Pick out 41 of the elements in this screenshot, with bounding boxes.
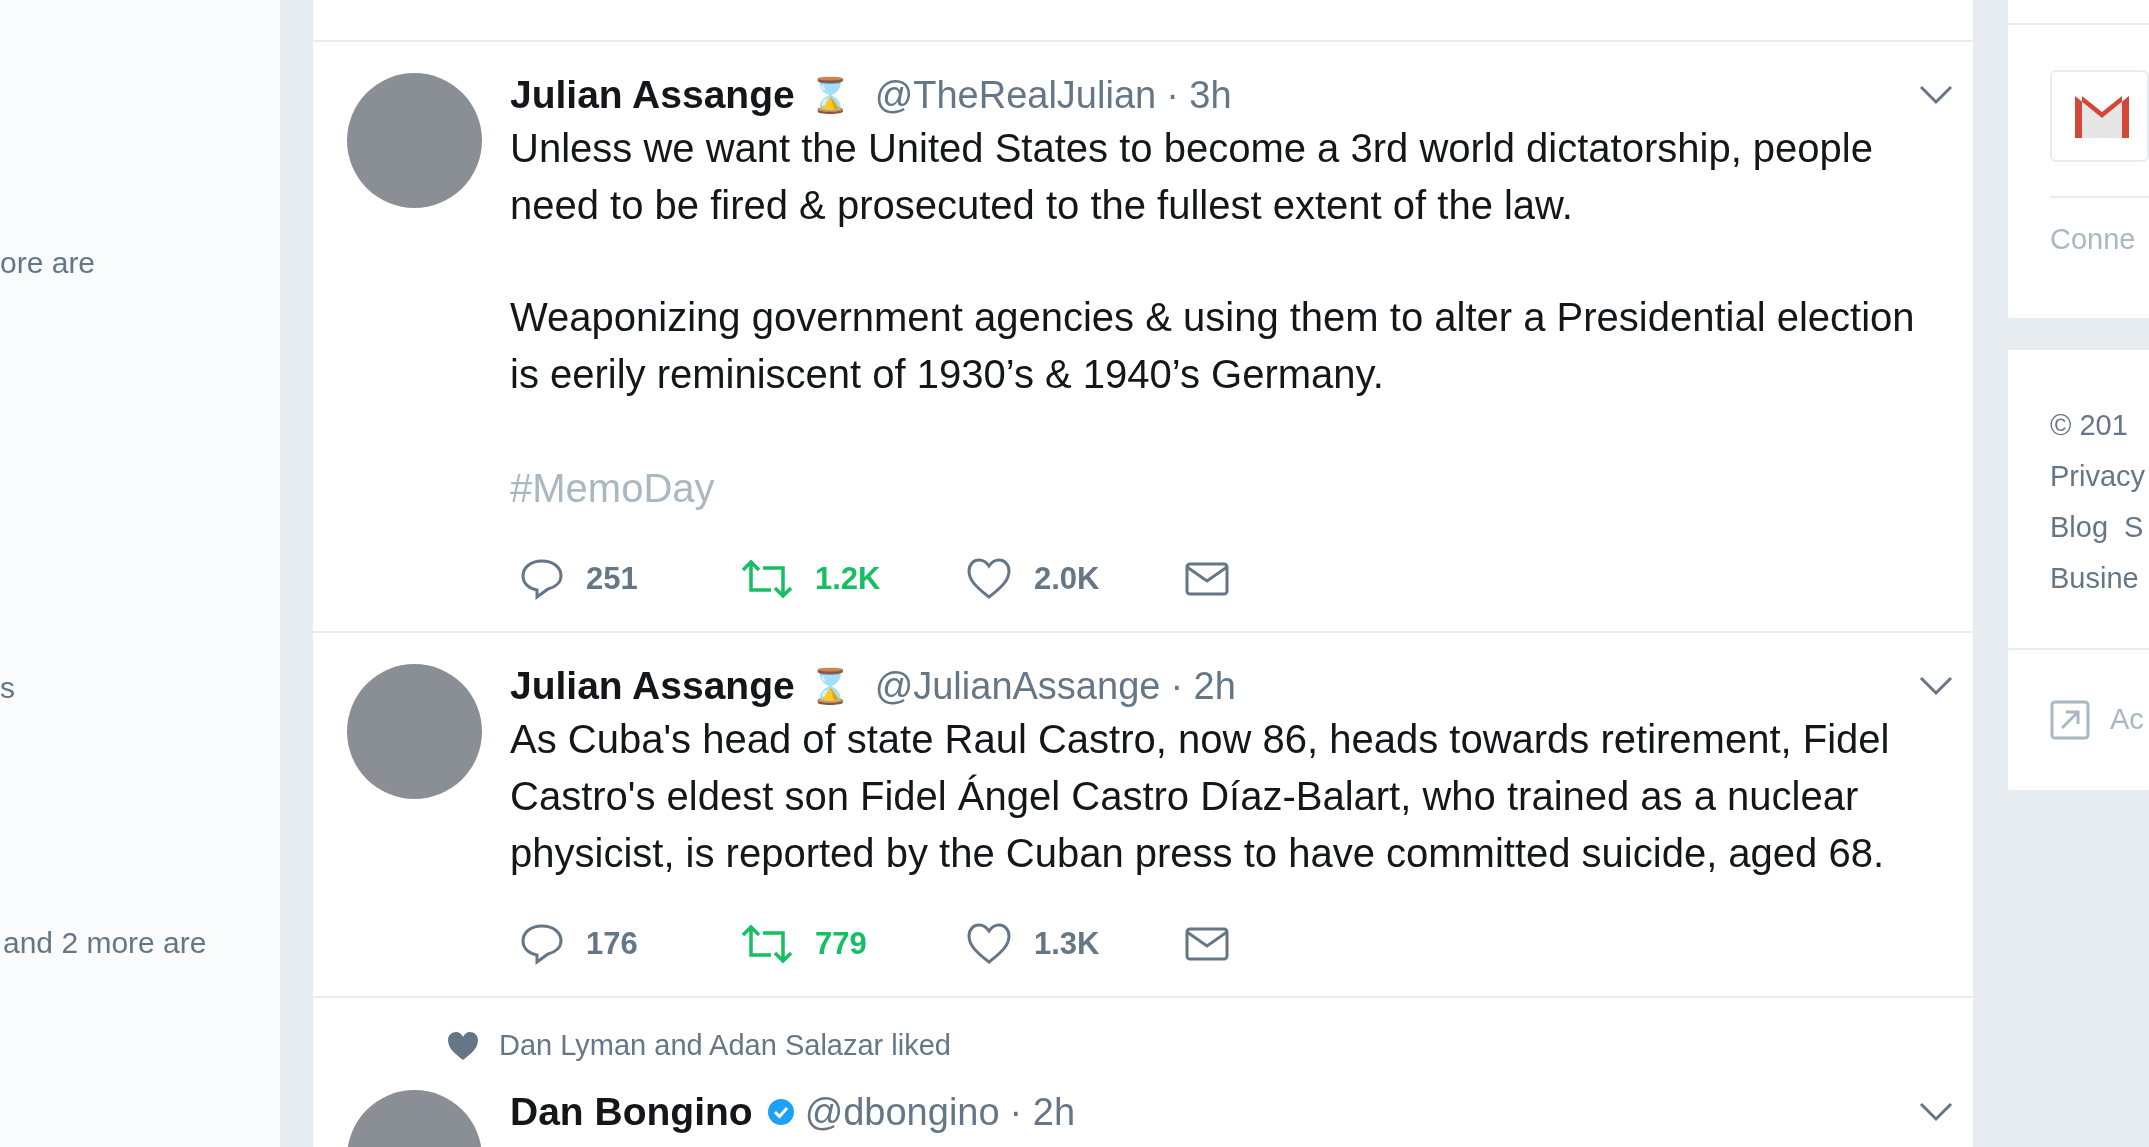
retweet-count: 1.2K [815,559,881,598]
like-count: 1.3K [1034,924,1100,963]
reply-count: 176 [586,924,638,963]
footer-link[interactable]: Privacy [2050,451,2149,502]
tweet-text: As Cuba's head of state Raul Castro, now 86, heads towards retirement, Fidel Castro's eldest son Fidel Ángel Castro Díaz-Balart, who trained as a nuclear physicist, is reported by the Cuban press to have committed suicide, aged 68. [510,716,1891,877]
heart-icon [447,1031,479,1061]
left-panel-text: s [0,670,16,706]
chevron-down-icon[interactable] [1919,1102,1953,1122]
left-panel-text: ore are [0,245,97,281]
user-name[interactable]: Julian Assange [510,656,795,716]
social-context-text: Dan Lyman and Adan Salazar liked [499,1028,951,1064]
heart-icon[interactable] [966,558,1012,600]
tweet-time[interactable]: · 3h [1166,66,1232,124]
user-name[interactable]: Dan Bongino [510,1082,753,1142]
reply-icon[interactable] [520,558,564,600]
like-count: 2.0K [1034,559,1100,598]
chevron-down-icon[interactable] [1919,85,1953,105]
hourglass-emoji: ⌛ [808,664,851,708]
tweet-text: Weaponizing government agencies & using them to alter a Presidential election is eerily reminiscent of 1930’s & 1940’s Germany. [510,294,1916,398]
tweet-text: Unless we want the United States to become a 3rd world dictatorship, people need to be fired & prosecuted to the fullest extent of the law. [510,125,1874,229]
retweet-count: 779 [815,924,867,963]
reply-count: 251 [586,559,638,598]
footer-link[interactable]: Blog [2050,502,2109,553]
left-panel-text: and 2 more are [2,925,208,961]
copyright-text: © 201 [2050,408,2129,443]
mail-icon[interactable] [1185,927,1229,961]
mail-icon[interactable] [1185,562,1229,596]
reply-icon[interactable] [520,923,564,965]
footer-link[interactable]: Busine [2050,553,2149,604]
retweet-icon[interactable] [741,925,793,963]
heart-icon[interactable] [966,923,1012,965]
chevron-down-icon[interactable] [1919,676,1953,696]
user-name[interactable]: Julian Assange [510,65,795,125]
tweet-time[interactable]: · 2h [1009,1083,1076,1141]
retweet-icon[interactable] [741,560,793,598]
hourglass-emoji: ⌛ [808,73,851,117]
tweet-time[interactable]: · 2h [1170,657,1236,715]
user-handle[interactable]: @TheRealJulian [874,66,1157,124]
footer-link[interactable]: S [2124,502,2144,553]
user-handle[interactable]: @JulianAssange [874,657,1161,715]
user-handle[interactable]: @dbongino [804,1083,1000,1141]
